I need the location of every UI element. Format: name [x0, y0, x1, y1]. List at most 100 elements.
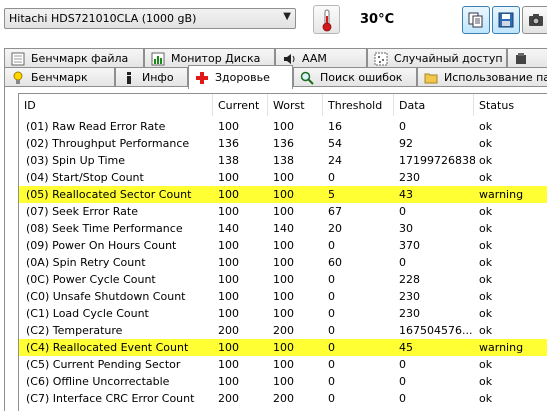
cell-current: 138 [218, 154, 239, 167]
save-button[interactable] [492, 6, 520, 34]
cell-threshold: 20 [328, 222, 342, 235]
tab-label: Монитор Диска [171, 52, 261, 65]
table-row[interactable]: (09) Power On Hours Count 100 100 0 370 ok [19, 237, 547, 254]
tab-disk-usage[interactable]: Использование па [417, 67, 547, 87]
cell-current: 140 [218, 222, 239, 235]
cell-data: 230 [399, 290, 420, 303]
cell-status: ok [479, 120, 493, 133]
tab-extra[interactable] [507, 48, 547, 68]
table-row[interactable]: (0A) Spin Retry Count 100 100 60 0 ok [19, 254, 547, 271]
table-row-warning[interactable]: (05) Reallocated Sector Count 100 100 5 43 wa… [19, 186, 547, 203]
disk-monitor-icon [151, 52, 165, 66]
tab-label: Здоровье [215, 71, 270, 84]
column-header-data[interactable]: Data [394, 94, 474, 116]
tab-info[interactable]: Инфо [115, 67, 188, 87]
cell-threshold: 67 [328, 205, 342, 218]
table-row[interactable]: (C0) Unsafe Shutdown Count 100 100 0 230 ok [19, 288, 547, 305]
cell-worst: 138 [273, 154, 294, 167]
cell-threshold: 60 [328, 256, 342, 269]
table-row[interactable]: (C1) Load Cycle Count 100 100 0 230 ok [19, 305, 547, 322]
table-row[interactable]: (08) Seek Time Performance 140 140 20 30 ok [19, 220, 547, 237]
cell-status: ok [479, 358, 493, 371]
cell-id: (C4) Reallocated Event Count [26, 341, 189, 354]
cell-data: 0 [399, 358, 406, 371]
tab-label: Инфо [142, 71, 174, 84]
tab-benchmark[interactable]: Бенчмарк [4, 67, 115, 87]
cell-worst: 100 [273, 171, 294, 184]
table-row[interactable]: (04) Start/Stop Count 100 100 0 230 ok [19, 169, 547, 186]
cell-current: 100 [218, 358, 239, 371]
chevron-down-icon: ▼ [283, 11, 291, 22]
cell-threshold: 0 [328, 290, 335, 303]
folder-icon [424, 73, 438, 84]
drive-select[interactable]: Hitachi HDS721010CLA (1000 gB) ▼ [4, 8, 296, 29]
file-benchmark-icon [11, 52, 25, 66]
table-row[interactable]: (0C) Power Cycle Count 100 100 0 228 ok [19, 271, 547, 288]
tab-label: Поиск ошибок [320, 71, 403, 84]
cell-id: (C5) Current Pending Sector [26, 358, 181, 371]
cell-current: 100 [218, 341, 239, 354]
table-row[interactable]: (C2) Temperature 200 200 0 167504576... ok [19, 322, 547, 339]
cell-data: 167504576... [399, 324, 473, 337]
drive-select-value: Hitachi HDS721010CLA (1000 gB) [9, 12, 197, 25]
cell-id: (C2) Temperature [26, 324, 123, 337]
cell-id: (07) Seek Error Rate [26, 205, 138, 218]
cell-current: 100 [218, 239, 239, 252]
cell-status: ok [479, 222, 493, 235]
health-cross-icon [196, 72, 208, 84]
magnifier-icon [300, 71, 314, 85]
tab-label: Бенчмарк [31, 71, 88, 84]
cell-threshold: 0 [328, 375, 335, 388]
cell-worst: 100 [273, 307, 294, 320]
table-row[interactable]: (07) Seek Error Rate 100 100 67 0 ok [19, 203, 547, 220]
cell-worst: 100 [273, 358, 294, 371]
cell-current: 200 [218, 392, 239, 405]
table-row[interactable]: (C7) Interface CRC Error Count 200 200 0 0 ok [19, 390, 547, 407]
cell-threshold: 54 [328, 137, 342, 150]
table-row[interactable]: (C6) Offline Uncorrectable 100 100 0 0 ok [19, 373, 547, 390]
tab-label: AAM [302, 52, 327, 65]
cell-current: 136 [218, 137, 239, 150]
cell-status: ok [479, 205, 493, 218]
column-header-id[interactable]: ID [19, 94, 213, 116]
cell-data: 0 [399, 392, 406, 405]
column-header-status[interactable]: Status [474, 94, 547, 116]
cell-id: (C7) Interface CRC Error Count [26, 392, 195, 405]
cell-id: (01) Raw Read Error Rate [26, 120, 166, 133]
cell-status: ok [479, 290, 493, 303]
column-header-threshold[interactable]: Threshold [323, 94, 394, 116]
table-row[interactable]: (C5) Current Pending Sector 100 100 0 0 ok [19, 356, 547, 373]
cell-current: 100 [218, 290, 239, 303]
tab-file-benchmark[interactable]: Бенчмарк файла [4, 48, 144, 68]
health-panel: ID Current Worst Threshold Data Status (… [4, 86, 547, 411]
tab-error-scan[interactable]: Поиск ошибок [293, 67, 417, 87]
copy-button[interactable] [462, 6, 490, 34]
cell-id: (03) Spin Up Time [26, 154, 126, 167]
cell-status: ok [479, 256, 493, 269]
cell-id: (C1) Load Cycle Count [26, 307, 149, 320]
table-row[interactable]: (02) Throughput Performance 136 136 54 92 ok [19, 135, 547, 152]
cell-data: 230 [399, 307, 420, 320]
cell-threshold: 24 [328, 154, 342, 167]
tab-random-access[interactable]: Случайный доступ [367, 48, 507, 68]
table-row[interactable]: (03) Spin Up Time 138 138 24 17199726838 ok [19, 152, 547, 169]
cell-data: 0 [399, 120, 406, 133]
tab-health[interactable]: Здоровье [188, 65, 293, 89]
cell-id: (C0) Unsafe Shutdown Count [26, 290, 186, 303]
column-header-current[interactable]: Current [213, 94, 268, 116]
cell-data: 230 [399, 171, 420, 184]
cell-threshold: 5 [328, 188, 335, 201]
cell-id: (C6) Offline Uncorrectable [26, 375, 170, 388]
camera-button[interactable] [522, 6, 547, 34]
thermometer-button[interactable] [313, 5, 340, 34]
cell-worst: 136 [273, 137, 294, 150]
cell-current: 100 [218, 171, 239, 184]
cell-threshold: 0 [328, 307, 335, 320]
table-row-warning[interactable]: (C4) Reallocated Event Count 100 100 0 45 war… [19, 339, 547, 356]
cell-worst: 140 [273, 222, 294, 235]
cell-current: 200 [218, 324, 239, 337]
column-header-worst[interactable]: Worst [268, 94, 323, 116]
cell-threshold: 0 [328, 273, 335, 286]
cell-threshold: 0 [328, 392, 335, 405]
table-row[interactable]: (01) Raw Read Error Rate 100 100 16 0 ok [19, 118, 547, 135]
